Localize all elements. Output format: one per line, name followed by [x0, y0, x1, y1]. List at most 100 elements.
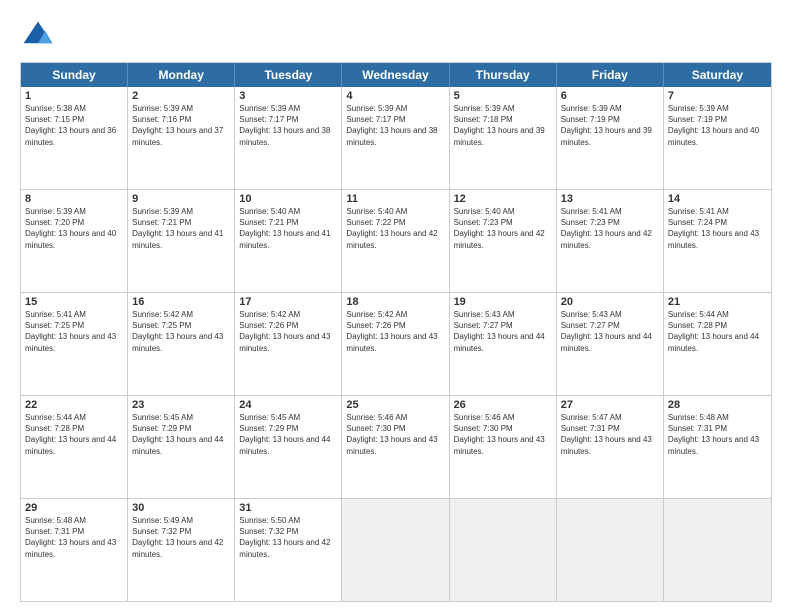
calendar-cell: 9Sunrise: 5:39 AMSunset: 7:21 PMDaylight…	[128, 190, 235, 292]
calendar-cell: 17Sunrise: 5:42 AMSunset: 7:26 PMDayligh…	[235, 293, 342, 395]
day-number: 9	[132, 193, 230, 205]
day-number: 8	[25, 193, 123, 205]
day-info: Sunrise: 5:42 AMSunset: 7:26 PMDaylight:…	[239, 309, 337, 354]
calendar-row: 22Sunrise: 5:44 AMSunset: 7:28 PMDayligh…	[21, 396, 771, 499]
day-info: Sunrise: 5:38 AMSunset: 7:15 PMDaylight:…	[25, 103, 123, 148]
day-info: Sunrise: 5:45 AMSunset: 7:29 PMDaylight:…	[132, 412, 230, 457]
calendar-cell: 16Sunrise: 5:42 AMSunset: 7:25 PMDayligh…	[128, 293, 235, 395]
day-number: 15	[25, 296, 123, 308]
day-number: 6	[561, 90, 659, 102]
day-info: Sunrise: 5:39 AMSunset: 7:19 PMDaylight:…	[561, 103, 659, 148]
day-number: 25	[346, 399, 444, 411]
day-number: 22	[25, 399, 123, 411]
calendar-cell: 24Sunrise: 5:45 AMSunset: 7:29 PMDayligh…	[235, 396, 342, 498]
calendar-cell: 6Sunrise: 5:39 AMSunset: 7:19 PMDaylight…	[557, 87, 664, 189]
calendar-cell: 28Sunrise: 5:48 AMSunset: 7:31 PMDayligh…	[664, 396, 771, 498]
day-info: Sunrise: 5:48 AMSunset: 7:31 PMDaylight:…	[25, 515, 123, 560]
day-header-thursday: Thursday	[450, 63, 557, 87]
calendar-cell: 10Sunrise: 5:40 AMSunset: 7:21 PMDayligh…	[235, 190, 342, 292]
day-info: Sunrise: 5:46 AMSunset: 7:30 PMDaylight:…	[346, 412, 444, 457]
day-info: Sunrise: 5:39 AMSunset: 7:20 PMDaylight:…	[25, 206, 123, 251]
day-header-wednesday: Wednesday	[342, 63, 449, 87]
day-info: Sunrise: 5:48 AMSunset: 7:31 PMDaylight:…	[668, 412, 767, 457]
calendar-cell: 31Sunrise: 5:50 AMSunset: 7:32 PMDayligh…	[235, 499, 342, 601]
calendar-cell: 13Sunrise: 5:41 AMSunset: 7:23 PMDayligh…	[557, 190, 664, 292]
logo-icon	[20, 18, 56, 54]
day-info: Sunrise: 5:45 AMSunset: 7:29 PMDaylight:…	[239, 412, 337, 457]
calendar-body: 1Sunrise: 5:38 AMSunset: 7:15 PMDaylight…	[21, 87, 771, 601]
calendar-cell: 18Sunrise: 5:42 AMSunset: 7:26 PMDayligh…	[342, 293, 449, 395]
calendar-cell: 14Sunrise: 5:41 AMSunset: 7:24 PMDayligh…	[664, 190, 771, 292]
calendar-cell: 5Sunrise: 5:39 AMSunset: 7:18 PMDaylight…	[450, 87, 557, 189]
calendar-cell: 25Sunrise: 5:46 AMSunset: 7:30 PMDayligh…	[342, 396, 449, 498]
page: SundayMondayTuesdayWednesdayThursdayFrid…	[0, 0, 792, 612]
day-header-sunday: Sunday	[21, 63, 128, 87]
day-info: Sunrise: 5:40 AMSunset: 7:23 PMDaylight:…	[454, 206, 552, 251]
day-number: 30	[132, 502, 230, 514]
day-info: Sunrise: 5:39 AMSunset: 7:21 PMDaylight:…	[132, 206, 230, 251]
day-number: 13	[561, 193, 659, 205]
day-number: 1	[25, 90, 123, 102]
day-number: 23	[132, 399, 230, 411]
day-header-friday: Friday	[557, 63, 664, 87]
calendar-row: 15Sunrise: 5:41 AMSunset: 7:25 PMDayligh…	[21, 293, 771, 396]
day-number: 29	[25, 502, 123, 514]
day-number: 26	[454, 399, 552, 411]
calendar-cell: 29Sunrise: 5:48 AMSunset: 7:31 PMDayligh…	[21, 499, 128, 601]
day-header-tuesday: Tuesday	[235, 63, 342, 87]
calendar-cell: 21Sunrise: 5:44 AMSunset: 7:28 PMDayligh…	[664, 293, 771, 395]
day-number: 5	[454, 90, 552, 102]
calendar-header: SundayMondayTuesdayWednesdayThursdayFrid…	[21, 63, 771, 87]
day-info: Sunrise: 5:43 AMSunset: 7:27 PMDaylight:…	[561, 309, 659, 354]
calendar-cell: 27Sunrise: 5:47 AMSunset: 7:31 PMDayligh…	[557, 396, 664, 498]
day-info: Sunrise: 5:40 AMSunset: 7:21 PMDaylight:…	[239, 206, 337, 251]
calendar-cell: 4Sunrise: 5:39 AMSunset: 7:17 PMDaylight…	[342, 87, 449, 189]
calendar-cell: 22Sunrise: 5:44 AMSunset: 7:28 PMDayligh…	[21, 396, 128, 498]
day-info: Sunrise: 5:42 AMSunset: 7:26 PMDaylight:…	[346, 309, 444, 354]
day-number: 10	[239, 193, 337, 205]
day-info: Sunrise: 5:46 AMSunset: 7:30 PMDaylight:…	[454, 412, 552, 457]
day-number: 18	[346, 296, 444, 308]
calendar-row: 1Sunrise: 5:38 AMSunset: 7:15 PMDaylight…	[21, 87, 771, 190]
day-number: 19	[454, 296, 552, 308]
day-number: 16	[132, 296, 230, 308]
day-info: Sunrise: 5:41 AMSunset: 7:23 PMDaylight:…	[561, 206, 659, 251]
calendar-cell: 8Sunrise: 5:39 AMSunset: 7:20 PMDaylight…	[21, 190, 128, 292]
day-info: Sunrise: 5:43 AMSunset: 7:27 PMDaylight:…	[454, 309, 552, 354]
day-info: Sunrise: 5:49 AMSunset: 7:32 PMDaylight:…	[132, 515, 230, 560]
day-info: Sunrise: 5:39 AMSunset: 7:18 PMDaylight:…	[454, 103, 552, 148]
day-number: 27	[561, 399, 659, 411]
day-info: Sunrise: 5:42 AMSunset: 7:25 PMDaylight:…	[132, 309, 230, 354]
day-number: 31	[239, 502, 337, 514]
day-info: Sunrise: 5:39 AMSunset: 7:17 PMDaylight:…	[239, 103, 337, 148]
day-number: 24	[239, 399, 337, 411]
calendar: SundayMondayTuesdayWednesdayThursdayFrid…	[20, 62, 772, 602]
logo	[20, 18, 60, 54]
day-info: Sunrise: 5:39 AMSunset: 7:19 PMDaylight:…	[668, 103, 767, 148]
day-number: 7	[668, 90, 767, 102]
day-number: 17	[239, 296, 337, 308]
day-header-monday: Monday	[128, 63, 235, 87]
day-number: 11	[346, 193, 444, 205]
day-number: 28	[668, 399, 767, 411]
day-number: 2	[132, 90, 230, 102]
calendar-cell	[342, 499, 449, 601]
calendar-cell	[450, 499, 557, 601]
day-number: 12	[454, 193, 552, 205]
day-info: Sunrise: 5:39 AMSunset: 7:16 PMDaylight:…	[132, 103, 230, 148]
day-number: 4	[346, 90, 444, 102]
day-number: 21	[668, 296, 767, 308]
day-number: 20	[561, 296, 659, 308]
calendar-cell: 3Sunrise: 5:39 AMSunset: 7:17 PMDaylight…	[235, 87, 342, 189]
calendar-row: 8Sunrise: 5:39 AMSunset: 7:20 PMDaylight…	[21, 190, 771, 293]
day-info: Sunrise: 5:44 AMSunset: 7:28 PMDaylight:…	[668, 309, 767, 354]
calendar-cell: 12Sunrise: 5:40 AMSunset: 7:23 PMDayligh…	[450, 190, 557, 292]
calendar-cell: 15Sunrise: 5:41 AMSunset: 7:25 PMDayligh…	[21, 293, 128, 395]
calendar-cell: 30Sunrise: 5:49 AMSunset: 7:32 PMDayligh…	[128, 499, 235, 601]
header	[20, 18, 772, 54]
calendar-cell: 11Sunrise: 5:40 AMSunset: 7:22 PMDayligh…	[342, 190, 449, 292]
calendar-cell	[664, 499, 771, 601]
day-info: Sunrise: 5:50 AMSunset: 7:32 PMDaylight:…	[239, 515, 337, 560]
calendar-cell: 23Sunrise: 5:45 AMSunset: 7:29 PMDayligh…	[128, 396, 235, 498]
calendar-cell	[557, 499, 664, 601]
